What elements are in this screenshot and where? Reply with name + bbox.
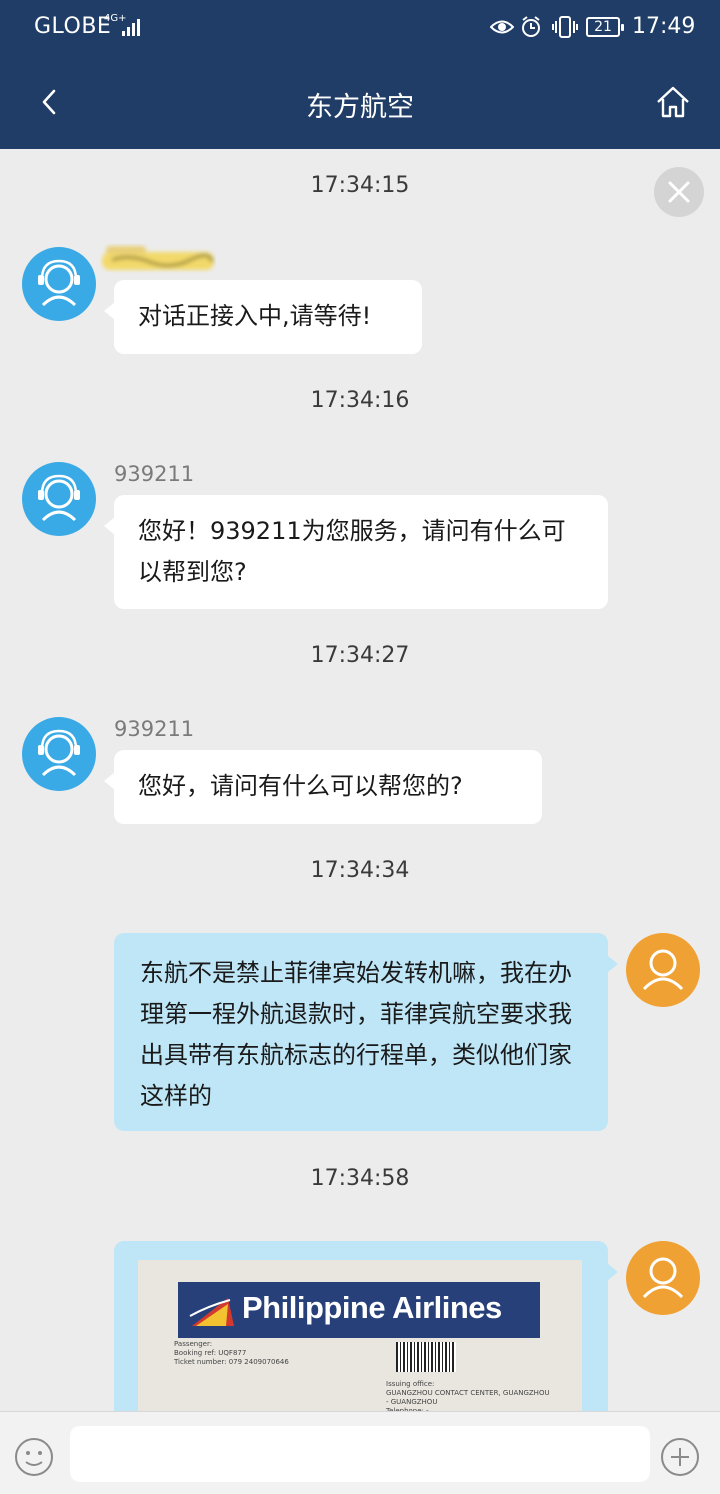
- sender-name: 939211: [114, 717, 195, 741]
- battery-indicator: 21: [586, 17, 624, 37]
- message-timestamp: 17:34:15: [310, 173, 410, 198]
- agent-headset-icon: [38, 259, 80, 307]
- clock: 17:49: [632, 14, 696, 39]
- message-text: 您好！939211为您服务，请问有什么可以帮到您?: [138, 517, 566, 586]
- signal-icon: [122, 16, 144, 36]
- home-icon[interactable]: [654, 83, 692, 121]
- incoming-message-bubble[interactable]: 您好！939211为您服务，请问有什么可以帮到您?: [104, 495, 608, 609]
- user-person-icon: [642, 1257, 684, 1299]
- message-text: 对话正接入中,请等待!: [138, 302, 372, 330]
- issuing-line: Issuing office:: [386, 1380, 435, 1388]
- user-avatar: [626, 1241, 700, 1315]
- agent-headset-icon: [38, 474, 80, 522]
- close-icon: [668, 181, 690, 203]
- plus-icon[interactable]: [660, 1437, 700, 1477]
- agent-avatar: [22, 462, 96, 536]
- message-timestamp: 17:34:34: [310, 858, 410, 883]
- outgoing-message-bubble[interactable]: 东航不是禁止菲律宾始发转机嘛，我在办理第一程外航退款时，菲律宾航空要求我出具带有…: [114, 933, 618, 1131]
- airline-logo: [189, 1298, 234, 1326]
- ticket-details: Passenger: Booking ref: UQF877 Ticket nu…: [174, 1340, 289, 1367]
- emoji-icon[interactable]: [14, 1437, 54, 1477]
- issuing-line: GUANGZHOU CONTACT CENTER, GUANGZHOU: [386, 1389, 550, 1397]
- airline-banner: Philippine Airlines: [178, 1282, 540, 1338]
- ticket-photo[interactable]: Philippine Airlines Passenger: Booking r…: [138, 1260, 582, 1420]
- vibrate-icon: [552, 16, 578, 38]
- message-text: 东航不是禁止菲律宾始发转机嘛，我在办理第一程外航退款时，菲律宾航空要求我出具带有…: [140, 959, 572, 1110]
- ticket-line: Passenger:: [174, 1340, 213, 1348]
- message-timestamp: 17:34:58: [310, 1166, 410, 1191]
- redacted-sender-name: [102, 246, 214, 270]
- message-text: 您好，请问有什么可以帮您的?: [138, 772, 463, 800]
- barcode: [396, 1342, 456, 1372]
- eye-icon: [490, 20, 514, 34]
- incoming-message-bubble[interactable]: 您好，请问有什么可以帮您的?: [104, 750, 542, 824]
- app-header: 东方航空: [0, 55, 720, 149]
- user-avatar: [626, 933, 700, 1007]
- message-input[interactable]: [70, 1426, 650, 1482]
- agent-avatar: [22, 717, 96, 791]
- alarm-icon: [522, 16, 540, 37]
- ticket-line: Ticket number: 079 2409070646: [174, 1358, 289, 1366]
- issuing-line: - GUANGZHOU: [386, 1398, 438, 1406]
- message-composer: [0, 1411, 720, 1494]
- message-timestamp: 17:34:16: [310, 388, 410, 413]
- sender-name: 939211: [114, 462, 195, 486]
- carrier-name: GLOBE: [34, 14, 112, 39]
- airline-name: Philippine Airlines: [242, 1290, 502, 1325]
- message-timestamp: 17:34:27: [310, 643, 410, 668]
- close-button[interactable]: [654, 167, 704, 217]
- page-title: 东方航空: [306, 92, 414, 123]
- user-person-icon: [642, 949, 684, 991]
- incoming-message-bubble[interactable]: 对话正接入中,请等待!: [104, 280, 422, 354]
- agent-headset-icon: [38, 729, 80, 777]
- ticket-line: Booking ref: UQF877: [174, 1349, 247, 1357]
- chat-area[interactable]: 17:34:15 对话正接入中,请等待! 17:34:16 939211 您好！…: [0, 149, 720, 1411]
- agent-avatar: [22, 247, 96, 321]
- status-bar: GLOBE 4G+ 21 17:49: [0, 0, 720, 55]
